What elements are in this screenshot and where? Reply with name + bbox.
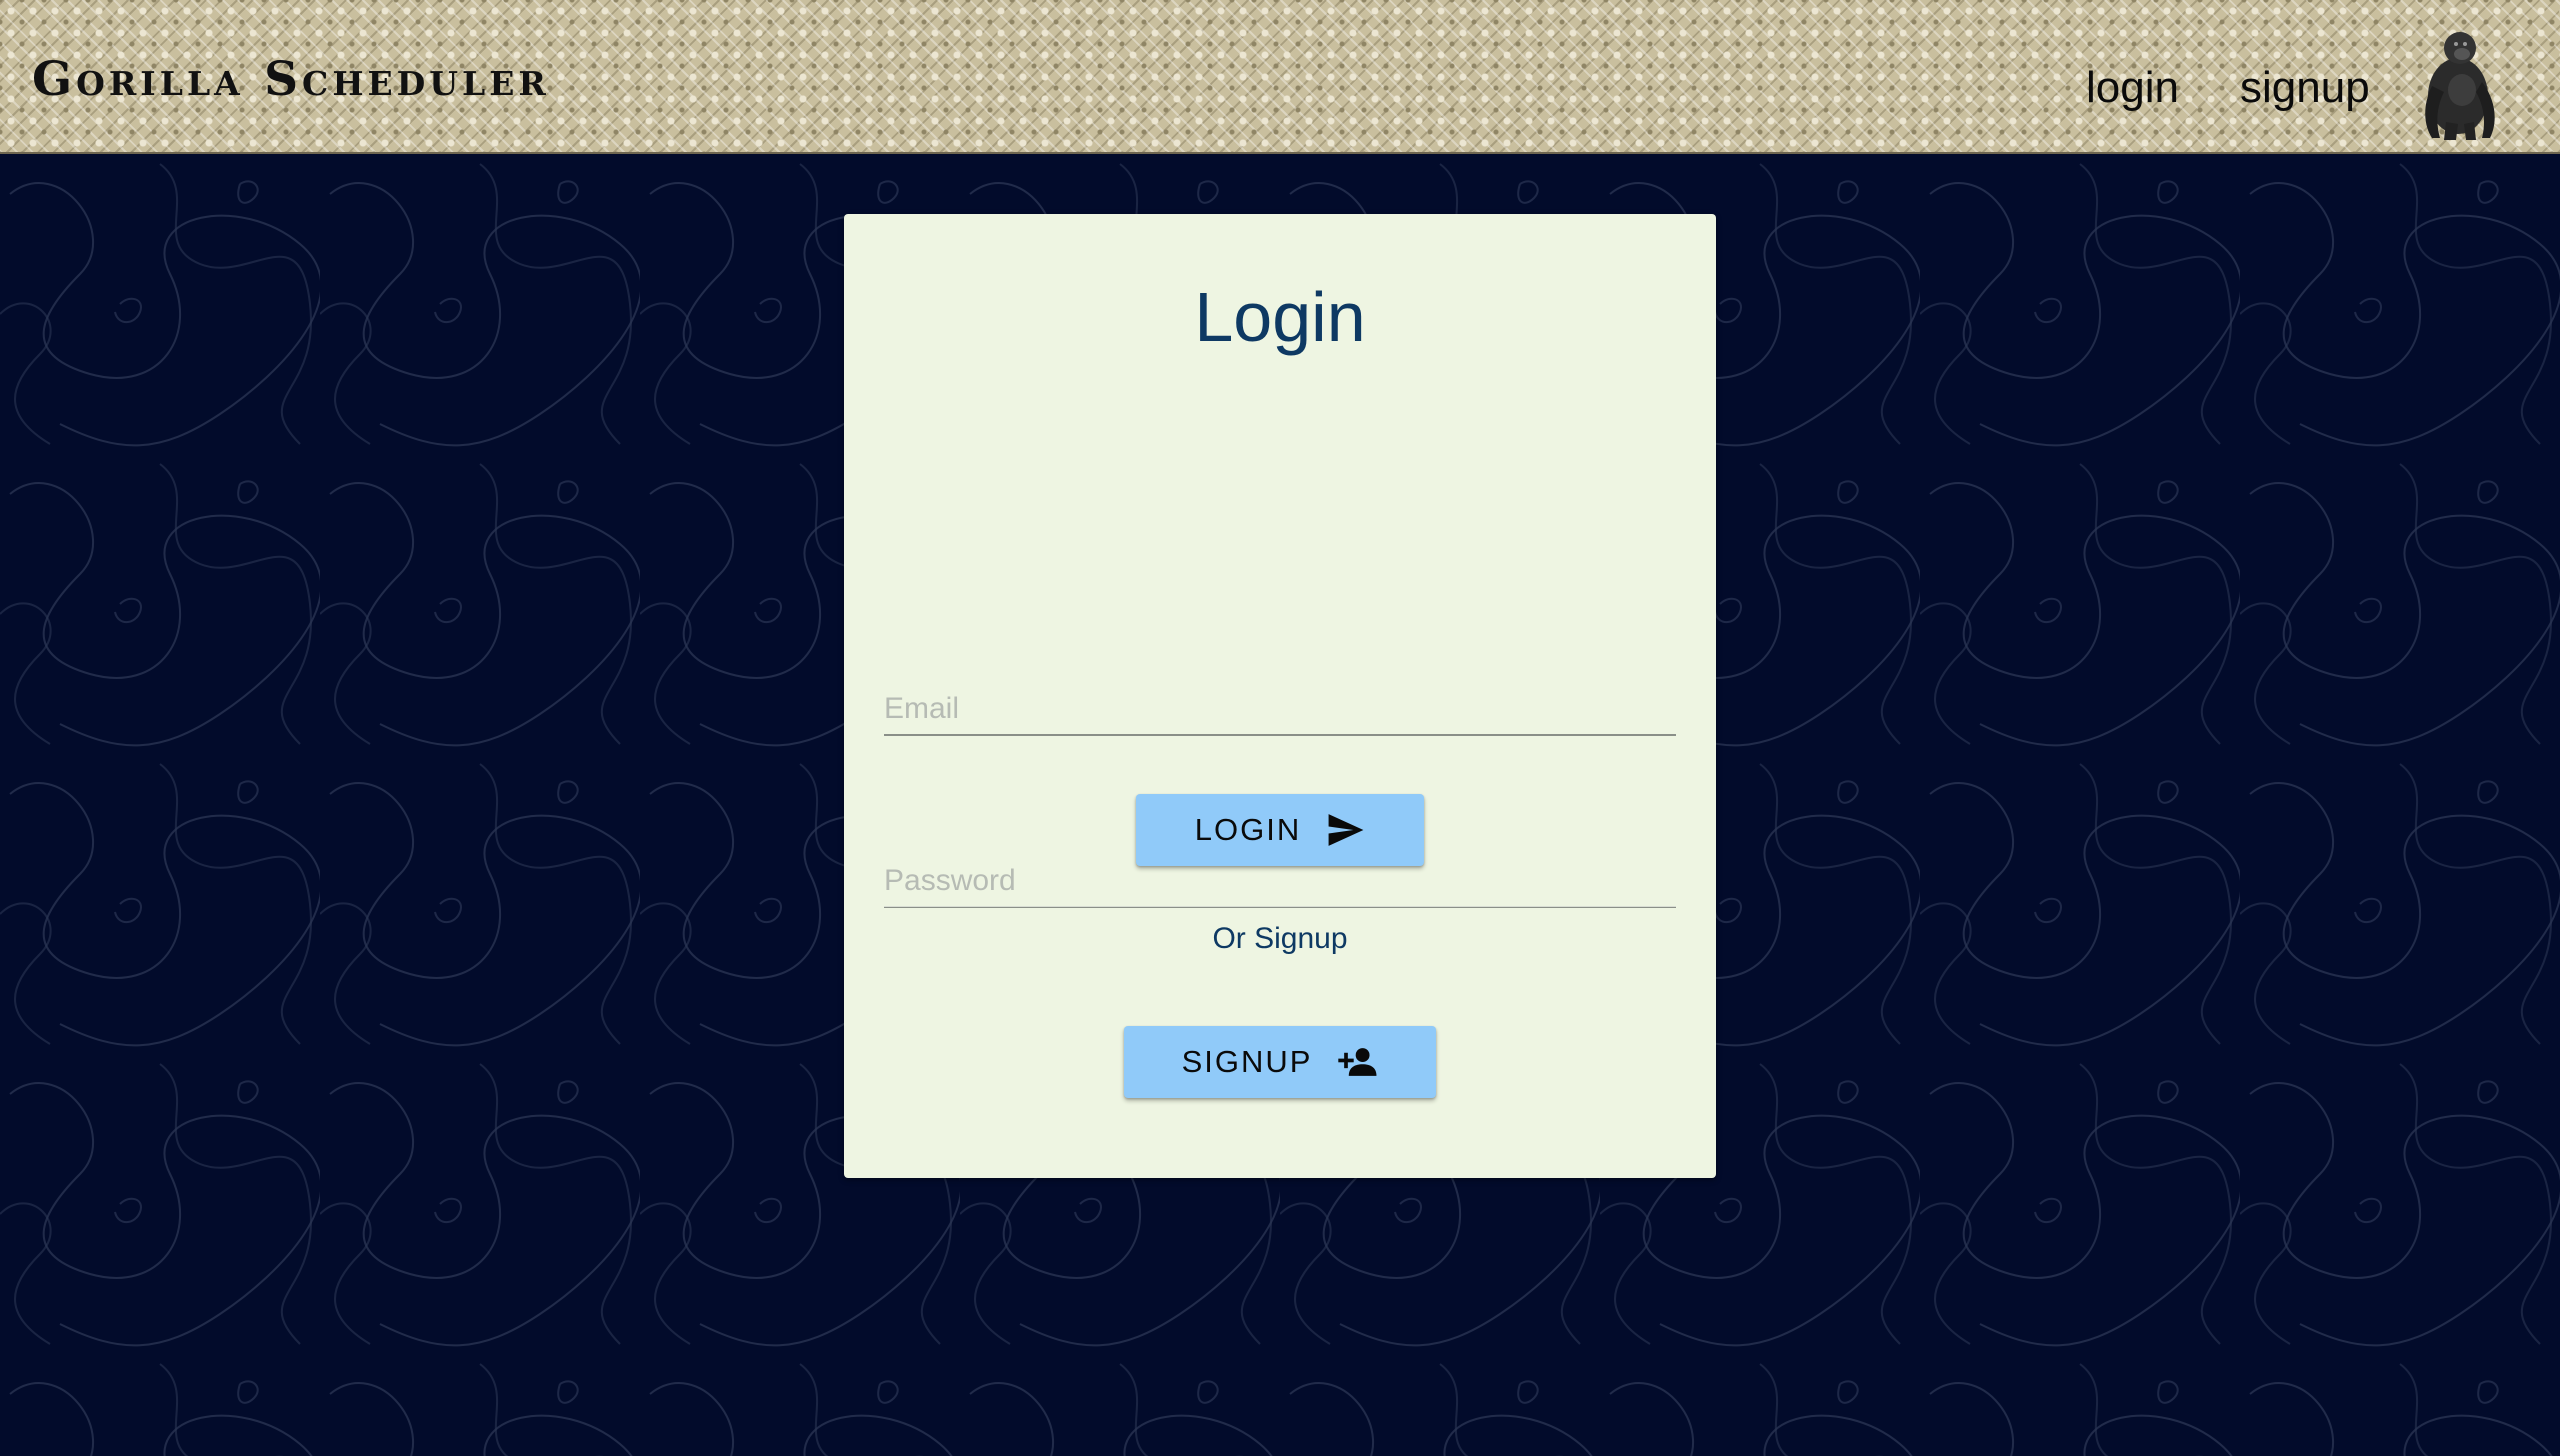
signup-button-label: SIGNUP [1181, 1044, 1313, 1079]
login-button-label: LOGIN [1194, 812, 1302, 847]
email-input[interactable] [884, 692, 1676, 726]
signup-button[interactable]: SIGNUP [1124, 1026, 1436, 1098]
divider [884, 906, 1676, 907]
email-field [884, 664, 1676, 736]
password-input[interactable] [884, 864, 1676, 898]
login-card: Login LOGIN Or Signup SIGNUP [844, 214, 1716, 1178]
nav-signup-link[interactable]: signup [2240, 66, 2370, 110]
person-add-icon [1338, 1046, 1378, 1078]
gorilla-icon[interactable] [2418, 26, 2500, 142]
top-header: Gorilla Scheduler login signup [0, 0, 2560, 154]
send-icon [1327, 814, 1365, 846]
app-title: Gorilla Scheduler [32, 52, 550, 107]
nav-login-link[interactable]: login [2086, 66, 2179, 110]
login-button[interactable]: LOGIN [1136, 794, 1424, 866]
login-title: Login [1194, 278, 1366, 356]
or-signup-text: Or Signup [1212, 922, 1348, 955]
